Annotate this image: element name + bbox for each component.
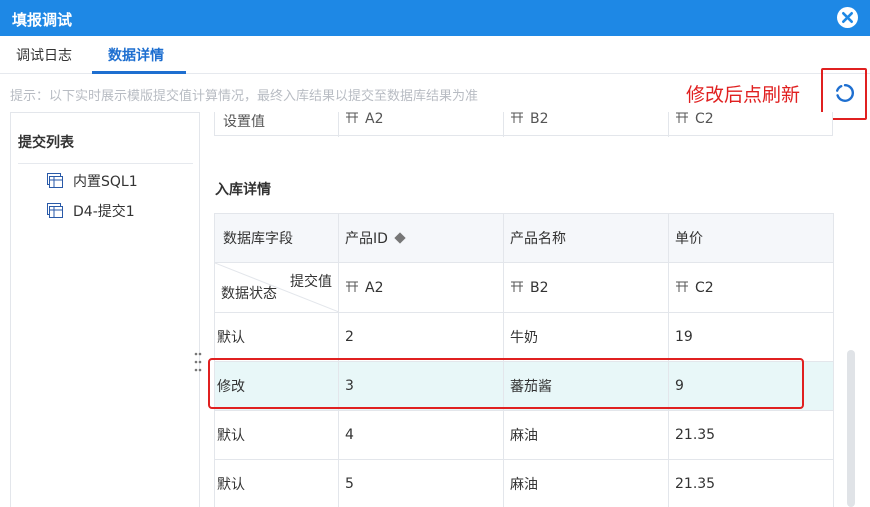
header-product-name: 产品名称 xyxy=(503,213,669,263)
cell-ref-icon xyxy=(676,112,688,123)
submit-list-panel: 提交列表 内置SQL1 D4-提交1 xyxy=(10,112,200,507)
cell-product-name: 麻油 xyxy=(503,410,669,460)
key-diamond-icon xyxy=(394,232,406,244)
row-state: 默认 xyxy=(214,410,339,460)
tab-bar: 调试日志 数据详情 xyxy=(0,36,870,74)
submit-ref-value: C2 xyxy=(695,279,714,296)
row-state: 默认 xyxy=(214,312,339,362)
table-row: 默认 2 牛奶 19 xyxy=(214,312,834,362)
settings-value: C2 xyxy=(695,112,714,127)
corner-submit-value: 提交值 xyxy=(290,274,332,290)
settings-cell: B2 xyxy=(504,112,669,137)
cell-ref-icon xyxy=(511,281,523,292)
table-row: 默认 5 麻油 21.35 xyxy=(214,459,834,507)
cell-product-id: 3 xyxy=(338,361,504,411)
dialog-titlebar: 填报调试 xyxy=(0,0,870,36)
annotation-text: 修改后点刷新 xyxy=(686,84,801,106)
table-icon xyxy=(47,203,63,218)
tab-data-details[interactable]: 数据详情 xyxy=(108,45,164,65)
cell-price: 19 xyxy=(668,312,834,362)
hint-text: 提示：以下实时展示模版提交值计算情况，最终入库结果以提交至数据库结果为准 xyxy=(10,89,479,104)
cell-price-modified: 9 xyxy=(668,361,834,411)
submit-list-item-label: 内置SQL1 xyxy=(73,174,138,190)
cell-product-id: 5 xyxy=(338,459,504,507)
scrollbar-thumb[interactable] xyxy=(847,350,855,507)
settings-cell: C2 xyxy=(669,112,834,137)
table-subheader-row: 提交值 数据状态 A2 B2 C2 xyxy=(214,262,834,313)
section-title-storage-details: 入库详情 xyxy=(215,182,271,198)
table-header-row: 数据库字段 产品ID 产品名称 单价 xyxy=(214,213,834,263)
close-icon[interactable] xyxy=(836,6,859,29)
divider xyxy=(18,163,193,164)
submit-ref-cell: C2 xyxy=(668,262,834,313)
row-state: 默认 xyxy=(214,459,339,507)
row-state: 修改 xyxy=(214,361,339,411)
cell-ref-icon xyxy=(511,112,523,123)
settings-label-cell: 设置值 xyxy=(215,112,339,137)
data-details-panel: 设置值 A2 B2 C2 入库详情 数据库字段 产品ID 产品名称 单价 提交值… xyxy=(201,112,858,507)
active-tab-indicator xyxy=(92,71,186,74)
dialog-title: 填报调试 xyxy=(12,11,73,29)
storage-details-table: 数据库字段 产品ID 产品名称 单价 提交值 数据状态 A2 B2 C2 默认 … xyxy=(214,213,834,507)
cell-product-name: 蕃茄酱 xyxy=(503,361,669,411)
settings-value: A2 xyxy=(365,112,384,127)
header-db-field: 数据库字段 xyxy=(214,213,339,263)
tab-debug-log[interactable]: 调试日志 xyxy=(16,45,72,65)
cell-product-id: 4 xyxy=(338,410,504,460)
header-price: 单价 xyxy=(668,213,834,263)
cell-price: 21.35 xyxy=(668,459,834,507)
cell-product-name: 牛奶 xyxy=(503,312,669,362)
header-product-id[interactable]: 产品ID xyxy=(338,213,504,263)
cell-product-id: 2 xyxy=(338,312,504,362)
submit-ref-value: A2 xyxy=(365,279,384,296)
settings-label: 设置值 xyxy=(223,114,265,130)
diagonal-header-cell: 提交值 数据状态 xyxy=(214,262,339,313)
submit-list-item-label: D4-提交1 xyxy=(73,204,135,220)
submit-ref-cell: A2 xyxy=(338,262,504,313)
table-row-modified: 修改 3 蕃茄酱 9 xyxy=(214,361,834,411)
submit-list-title: 提交列表 xyxy=(18,135,74,151)
cell-ref-icon xyxy=(346,281,358,292)
settings-value: B2 xyxy=(530,112,549,127)
submit-ref-cell: B2 xyxy=(503,262,669,313)
cell-ref-icon xyxy=(346,112,358,123)
cell-product-name: 麻油 xyxy=(503,459,669,507)
settings-cell: A2 xyxy=(339,112,504,137)
cell-ref-icon xyxy=(676,281,688,292)
table-row: 默认 4 麻油 21.35 xyxy=(214,410,834,460)
cell-price: 21.35 xyxy=(668,410,834,460)
table-icon xyxy=(47,173,63,188)
settings-table: 设置值 A2 B2 C2 xyxy=(214,112,834,137)
corner-data-state: 数据状态 xyxy=(221,286,277,302)
refresh-icon[interactable] xyxy=(835,83,855,103)
submit-ref-value: B2 xyxy=(530,279,549,296)
header-product-id-label: 产品ID xyxy=(345,231,388,247)
